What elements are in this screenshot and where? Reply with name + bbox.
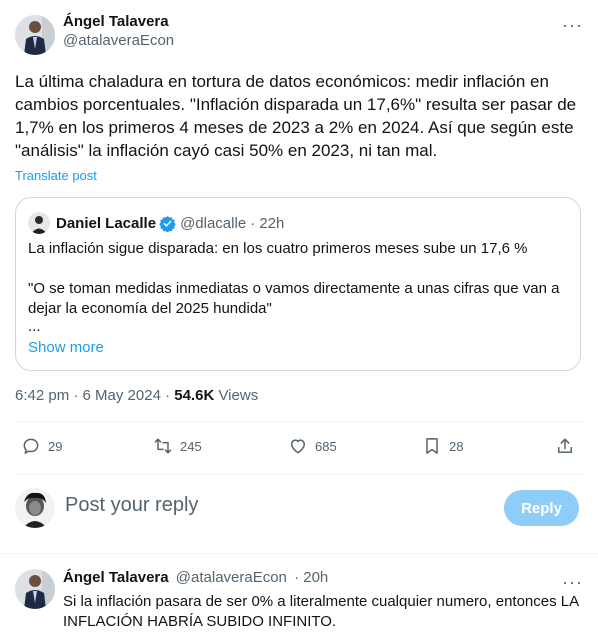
post-text: La última chaladura en tortura de datos … [15, 72, 577, 160]
current-user-avatar[interactable] [15, 488, 55, 528]
quoted-text-line: La inflación sigue disparada: en los cua… [28, 240, 528, 257]
bookmark-icon [426, 438, 438, 454]
quoted-text-line: "O se toman medidas inmediatas o vamos d… [28, 280, 560, 317]
views-label: Views [214, 387, 259, 404]
quoted-post-text: La inflación sigue disparada: en los cua… [28, 239, 568, 335]
repost-icon [154, 438, 172, 454]
reply-author-name[interactable]: Ángel Talavera [63, 569, 169, 586]
heart-icon [291, 439, 305, 454]
quoted-author-handle: @dlacalle [180, 214, 247, 232]
quoted-post-header: Daniel Lacalle @dlacalle · 22h [28, 212, 284, 234]
reply-author-avatar[interactable] [15, 569, 55, 609]
post-timestamp[interactable]: 6:42 pm · 6 May 2024 · [15, 387, 174, 404]
divider [15, 421, 583, 422]
quoted-avatar-image [28, 212, 50, 234]
repost-action-button[interactable]: 245 [153, 436, 202, 456]
post-metadata: 6:42 pm · 6 May 2024 · 54.6K Views [15, 387, 258, 404]
reply-count: 29 [48, 438, 63, 454]
divider [15, 474, 583, 475]
share-action-button[interactable] [555, 436, 575, 456]
like-action-button[interactable]: 685 [288, 436, 337, 456]
reply-author-avatar-image [15, 569, 55, 609]
bookmark-action-button[interactable]: 28 [422, 436, 463, 456]
like-count: 685 [315, 438, 337, 454]
reply-time[interactable]: · 20h [294, 569, 328, 586]
show-more-link[interactable]: Show more [28, 339, 104, 356]
quoted-text-ellipsis: ... [28, 318, 41, 335]
bookmark-count: 28 [449, 438, 464, 454]
author-handle[interactable]: @atalaveraEcon [63, 32, 174, 49]
reply-text: Si la inflación pasara de ser 0% a liter… [63, 593, 579, 630]
quoted-author-name: Daniel Lacalle [56, 214, 157, 232]
repost-count: 245 [180, 438, 202, 454]
reply-author-handle[interactable]: @atalaveraEcon [176, 569, 287, 586]
reply-more-dots-icon[interactable]: ··· [562, 573, 583, 591]
reply-header: Ángel Talavera @atalaveraEcon · 20h [63, 569, 328, 586]
translate-post-link[interactable]: Translate post [15, 168, 97, 183]
verified-badge-icon [159, 215, 176, 232]
divider [0, 553, 598, 554]
quoted-post-time: · 22h [250, 214, 285, 232]
views-count: 54.6K [174, 387, 215, 404]
more-dots-icon[interactable]: ··· [562, 16, 583, 34]
reply-action-button[interactable]: 29 [21, 436, 62, 456]
current-user-avatar-image [15, 488, 55, 528]
author-name[interactable]: Ángel Talavera [63, 13, 174, 30]
share-icon [558, 438, 572, 453]
reply-icon [23, 438, 39, 454]
reply-input[interactable]: Post your reply [65, 494, 198, 517]
quoted-post[interactable]: Daniel Lacalle @dlacalle · 22h La inflac… [15, 197, 581, 371]
author-avatar-image [15, 15, 55, 55]
quoted-author-avatar [28, 212, 50, 234]
post-header: Ángel Talavera @atalaveraEcon [63, 13, 174, 49]
author-avatar[interactable] [15, 15, 55, 55]
reply-submit-button[interactable]: Reply [504, 490, 579, 526]
action-bar: 29 245 685 28 [0, 436, 598, 460]
